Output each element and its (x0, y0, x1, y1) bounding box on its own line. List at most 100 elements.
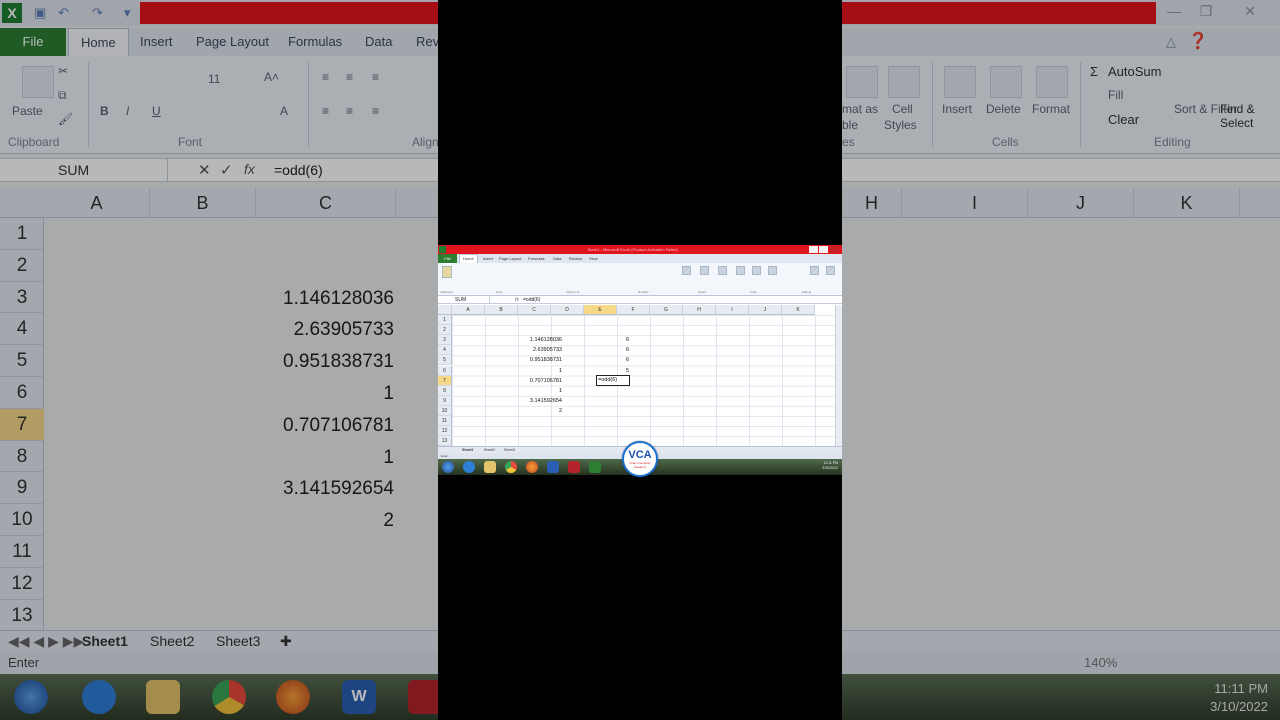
tab-page-layout[interactable]: Page Layout (196, 28, 269, 56)
cut-icon[interactable]: ✂ (58, 64, 68, 78)
cell-c10[interactable]: 2 (522, 406, 562, 416)
start-orb-icon[interactable] (442, 461, 454, 473)
zoom-level[interactable]: 140% (1084, 655, 1117, 670)
format-icon[interactable] (768, 266, 777, 275)
bg-col-k[interactable]: K (1134, 188, 1240, 218)
insert-icon[interactable] (736, 266, 745, 275)
file-explorer-icon[interactable] (146, 680, 180, 714)
file-tab[interactable]: File (0, 28, 66, 56)
minimize-button[interactable] (809, 246, 818, 253)
underline-button[interactable]: U (152, 104, 161, 118)
tab-insert[interactable]: Insert (140, 28, 173, 56)
center-icon[interactable]: ≡ (346, 104, 353, 118)
format-cells-label[interactable]: Format (1032, 102, 1070, 116)
file-explorer-icon[interactable] (484, 461, 496, 473)
conditional-formatting-icon[interactable] (682, 266, 691, 275)
firefox-icon[interactable] (526, 461, 538, 473)
bg-cell-c9[interactable]: 3.141592654 (256, 478, 394, 500)
start-orb-icon[interactable] (14, 680, 48, 714)
row-header-10[interactable]: 10 (438, 405, 452, 416)
name-box[interactable]: SUM (438, 296, 490, 304)
bg-formula-text[interactable]: =odd(6) (274, 162, 323, 178)
bg-col-j[interactable]: J (1028, 188, 1134, 218)
autosum-button[interactable]: AutoSum (1108, 64, 1161, 79)
column-header-i[interactable]: I (716, 305, 749, 315)
format-painter-icon[interactable]: 🖌 (58, 112, 73, 126)
maximize-button[interactable] (819, 246, 828, 253)
tab-data[interactable]: Data (365, 28, 392, 56)
maximize-icon[interactable]: ❐ (1192, 3, 1220, 21)
align-top-icon[interactable]: ≡ (322, 70, 329, 84)
internet-explorer-icon[interactable] (463, 461, 475, 473)
bg-row-header-6[interactable]: 6 (0, 377, 44, 409)
bg-cell-c3[interactable]: 1.146128036 (256, 288, 394, 310)
tab-data[interactable]: Data (553, 254, 561, 263)
tab-home[interactable]: Home (68, 28, 129, 56)
column-header-d[interactable]: D (551, 305, 584, 315)
grow-font-icon[interactable]: A˄ (264, 70, 279, 84)
sheet-tab-3[interactable]: Sheet3 (216, 633, 260, 649)
cell-e3[interactable]: 6 (589, 335, 629, 345)
paste-label[interactable]: Paste (12, 104, 43, 118)
cell-c4[interactable]: 2.63905733 (522, 345, 562, 355)
bg-row-header-12[interactable]: 12 (0, 568, 44, 600)
cell-styles-label-1[interactable]: Cell (892, 102, 913, 116)
column-header-b[interactable]: B (485, 305, 518, 315)
tab-page-layout[interactable]: Page Layout (499, 254, 521, 263)
format-as-table-fragment[interactable]: mat as (842, 102, 878, 116)
tab-insert[interactable]: Insert (483, 254, 493, 263)
row-header-3[interactable]: 3 (438, 335, 452, 346)
find-select-button[interactable]: Find & Select (1220, 102, 1280, 130)
cell-e6[interactable]: 5 (589, 366, 629, 376)
insert-function-icon[interactable]: fx (244, 161, 255, 177)
format-as-table-icon[interactable] (700, 266, 709, 275)
bg-name-box[interactable]: SUM (0, 159, 168, 181)
row-header-12[interactable]: 12 (438, 426, 452, 437)
font-color-icon[interactable]: A (280, 104, 288, 118)
screen-recorder-icon[interactable] (568, 461, 580, 473)
insert-cells-label[interactable]: Insert (942, 102, 972, 116)
vertical-scrollbar[interactable] (835, 305, 842, 446)
undo-icon[interactable]: ↶ (58, 5, 69, 21)
select-all-corner[interactable] (438, 305, 452, 315)
bg-col-i[interactable]: I (922, 188, 1028, 218)
bg-col-c[interactable]: C (256, 188, 396, 218)
screen-recorder-icon[interactable] (408, 680, 442, 714)
align-middle-icon[interactable]: ≡ (346, 70, 353, 84)
cell-c8[interactable]: 1 (522, 386, 562, 396)
enter-icon[interactable]: ✓ (220, 161, 233, 179)
bg-cell-c4[interactable]: 2.63905733 (256, 319, 394, 341)
paste-icon[interactable] (22, 66, 54, 98)
bg-col-h[interactable]: H (842, 188, 902, 218)
cancel-icon[interactable]: ✕ (198, 161, 211, 179)
close-button[interactable] (830, 246, 839, 253)
bg-row-header-3[interactable]: 3 (0, 282, 44, 314)
format-as-table-fragment-2[interactable]: ble (842, 118, 858, 132)
column-header-g[interactable]: G (650, 305, 683, 315)
cell-c5[interactable]: 0.951838731 (522, 355, 562, 365)
align-right-icon[interactable]: ≡ (372, 104, 379, 118)
format-cells-icon[interactable] (1036, 66, 1068, 98)
bg-cell-c8[interactable]: 1 (256, 447, 394, 469)
bg-row-header-10[interactable]: 10 (0, 504, 44, 536)
chrome-icon[interactable] (212, 680, 246, 714)
bg-row-header-9[interactable]: 9 (0, 472, 44, 505)
bg-row-header-7[interactable]: 7 (0, 408, 44, 441)
insert-sheet-icon[interactable]: ✚ (280, 633, 292, 650)
row-header-7[interactable]: 7 (438, 375, 452, 386)
close-icon[interactable]: ✕ (1236, 3, 1264, 21)
bg-cell-c6[interactable]: 1 (256, 383, 394, 405)
bg-row-header-11[interactable]: 11 (0, 536, 44, 568)
sheet-nav-icon[interactable]: ◀◀ ◀ ▶ ▶▶ (8, 633, 84, 650)
bg-row-header-2[interactable]: 2 (0, 250, 44, 282)
column-header-h[interactable]: H (683, 305, 716, 315)
bg-row-header-13[interactable]: 13 (0, 600, 44, 632)
formula-input[interactable]: =odd(6) (523, 296, 540, 304)
redo-icon[interactable]: ↷ (92, 5, 103, 21)
chrome-icon[interactable] (505, 461, 517, 473)
copy-icon[interactable]: ⧉ (58, 88, 67, 103)
internet-explorer-icon[interactable] (82, 680, 116, 714)
bg-col-b[interactable]: B (150, 188, 256, 218)
bg-row-header-5[interactable]: 5 (0, 345, 44, 377)
customize-qat-icon[interactable]: ▾ (124, 5, 131, 21)
